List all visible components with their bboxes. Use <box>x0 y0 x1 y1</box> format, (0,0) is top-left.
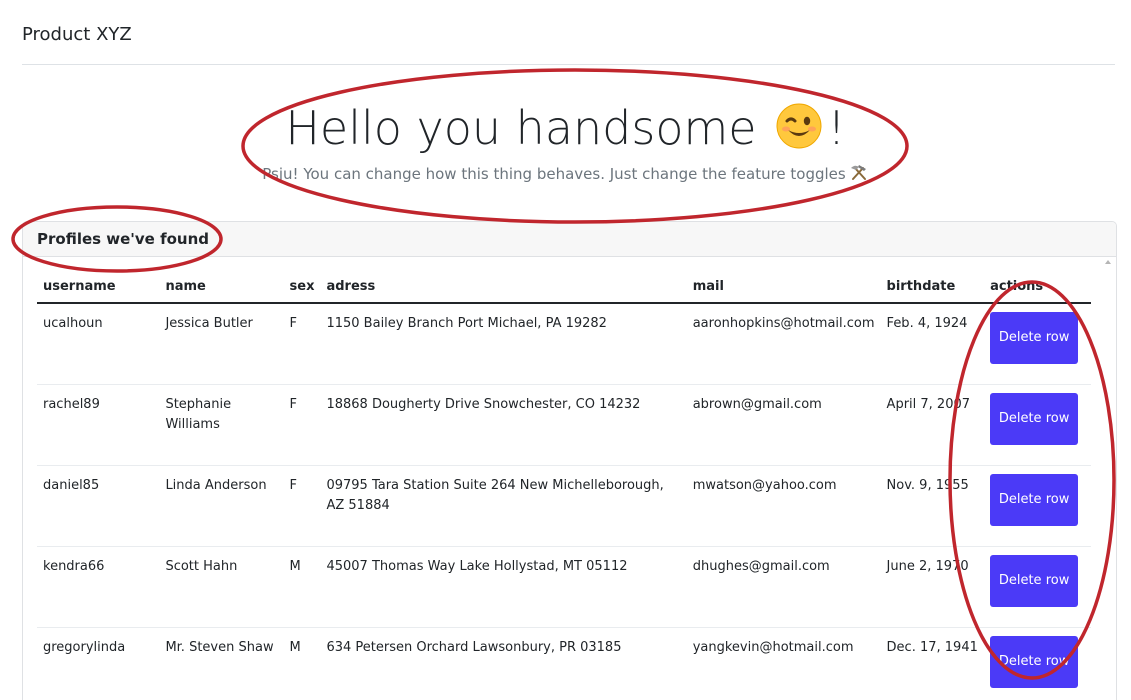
table-row: ucalhoun Jessica Butler F 1150 Bailey Br… <box>37 303 1091 385</box>
header-divider <box>22 64 1115 65</box>
cell-username: daniel85 <box>37 465 160 547</box>
cell-mail: abrown@gmail.com <box>686 384 881 466</box>
hero-subtitle: Psju! You can change how this thing beha… <box>0 163 1131 183</box>
cell-mail: yangkevin@hotmail.com <box>686 627 881 700</box>
profiles-table: username name sex adress mail birthdate … <box>37 275 1091 700</box>
column-header-sex: sex <box>283 275 321 304</box>
hero-title-prefix: Hello you handsome <box>285 101 772 155</box>
column-header-actions: actions <box>984 275 1091 304</box>
cell-birthdate: Dec. 17, 1941 <box>880 627 985 700</box>
profiles-card: Profiles we've found username name sex a… <box>22 221 1117 700</box>
column-header-adress: adress <box>320 275 687 304</box>
cell-adress: 18868 Dougherty Drive Snowchester, CO 14… <box>320 384 687 466</box>
column-header-birthdate: birthdate <box>880 275 985 304</box>
column-header-mail: mail <box>686 275 881 304</box>
cell-birthdate: Nov. 9, 1955 <box>880 465 985 547</box>
cell-adress: 45007 Thomas Way Lake Hollystad, MT 0511… <box>320 546 687 628</box>
cell-sex: M <box>283 546 321 628</box>
cell-mail: aaronhopkins@hotmail.com <box>686 303 881 385</box>
table-scrollbar[interactable] <box>1102 256 1114 696</box>
cell-username: rachel89 <box>37 384 160 466</box>
cell-birthdate: June 2, 1970 <box>880 546 985 628</box>
cell-name: Stephanie Williams <box>159 384 284 466</box>
table-row: daniel85 Linda Anderson F 09795 Tara Sta… <box>37 465 1091 547</box>
table-row: rachel89 Stephanie Williams F 18868 Doug… <box>37 384 1091 466</box>
cell-name: Mr. Steven Shaw <box>159 627 284 700</box>
hero-title: Hello you handsome ! <box>0 98 1131 158</box>
hero-subtitle-text: Psju! You can change how this thing beha… <box>262 165 846 183</box>
page: Product XYZ Hello you handsome ! Psju! Y… <box>0 0 1131 700</box>
hero-title-suffix: ! <box>827 101 846 155</box>
cell-sex: M <box>283 627 321 700</box>
brand-title[interactable]: Product XYZ <box>22 24 132 45</box>
cell-adress: 1150 Bailey Branch Port Michael, PA 1928… <box>320 303 687 385</box>
cell-adress: 09795 Tara Station Suite 264 New Michell… <box>320 465 687 547</box>
delete-row-button[interactable]: Delete row <box>990 474 1079 526</box>
cell-actions: Delete row <box>984 627 1091 700</box>
cell-birthdate: April 7, 2007 <box>880 384 985 466</box>
cell-actions: Delete row <box>984 465 1091 547</box>
cell-sex: F <box>283 465 321 547</box>
cell-actions: Delete row <box>984 384 1091 466</box>
cell-username: gregorylinda <box>37 627 160 700</box>
column-header-name: name <box>159 275 284 304</box>
delete-row-button[interactable]: Delete row <box>990 393 1079 445</box>
table-header-row: username name sex adress mail birthdate … <box>37 275 1091 304</box>
table-row: kendra66 Scott Hahn M 45007 Thomas Way L… <box>37 546 1091 628</box>
delete-row-button[interactable]: Delete row <box>990 555 1079 607</box>
cell-birthdate: Feb. 4, 1924 <box>880 303 985 385</box>
hammer-and-pick-icon <box>850 165 866 180</box>
card-title: Profiles we've found <box>23 222 1116 257</box>
cell-username: ucalhoun <box>37 303 160 385</box>
column-header-username: username <box>37 275 160 304</box>
cell-name: Scott Hahn <box>159 546 284 628</box>
cell-username: kendra66 <box>37 546 160 628</box>
delete-row-button[interactable]: Delete row <box>990 636 1079 688</box>
scroll-up-arrow-icon[interactable] <box>1105 260 1111 264</box>
winking-face-icon <box>776 103 822 149</box>
cell-name: Jessica Butler <box>159 303 284 385</box>
cell-actions: Delete row <box>984 303 1091 385</box>
cell-actions: Delete row <box>984 546 1091 628</box>
cell-mail: mwatson@yahoo.com <box>686 465 881 547</box>
cell-name: Linda Anderson <box>159 465 284 547</box>
cell-adress: 634 Petersen Orchard Lawsonbury, PR 0318… <box>320 627 687 700</box>
cell-mail: dhughes@gmail.com <box>686 546 881 628</box>
delete-row-button[interactable]: Delete row <box>990 312 1079 364</box>
cell-sex: F <box>283 384 321 466</box>
cell-sex: F <box>283 303 321 385</box>
table-row: gregorylinda Mr. Steven Shaw M 634 Peter… <box>37 627 1091 700</box>
